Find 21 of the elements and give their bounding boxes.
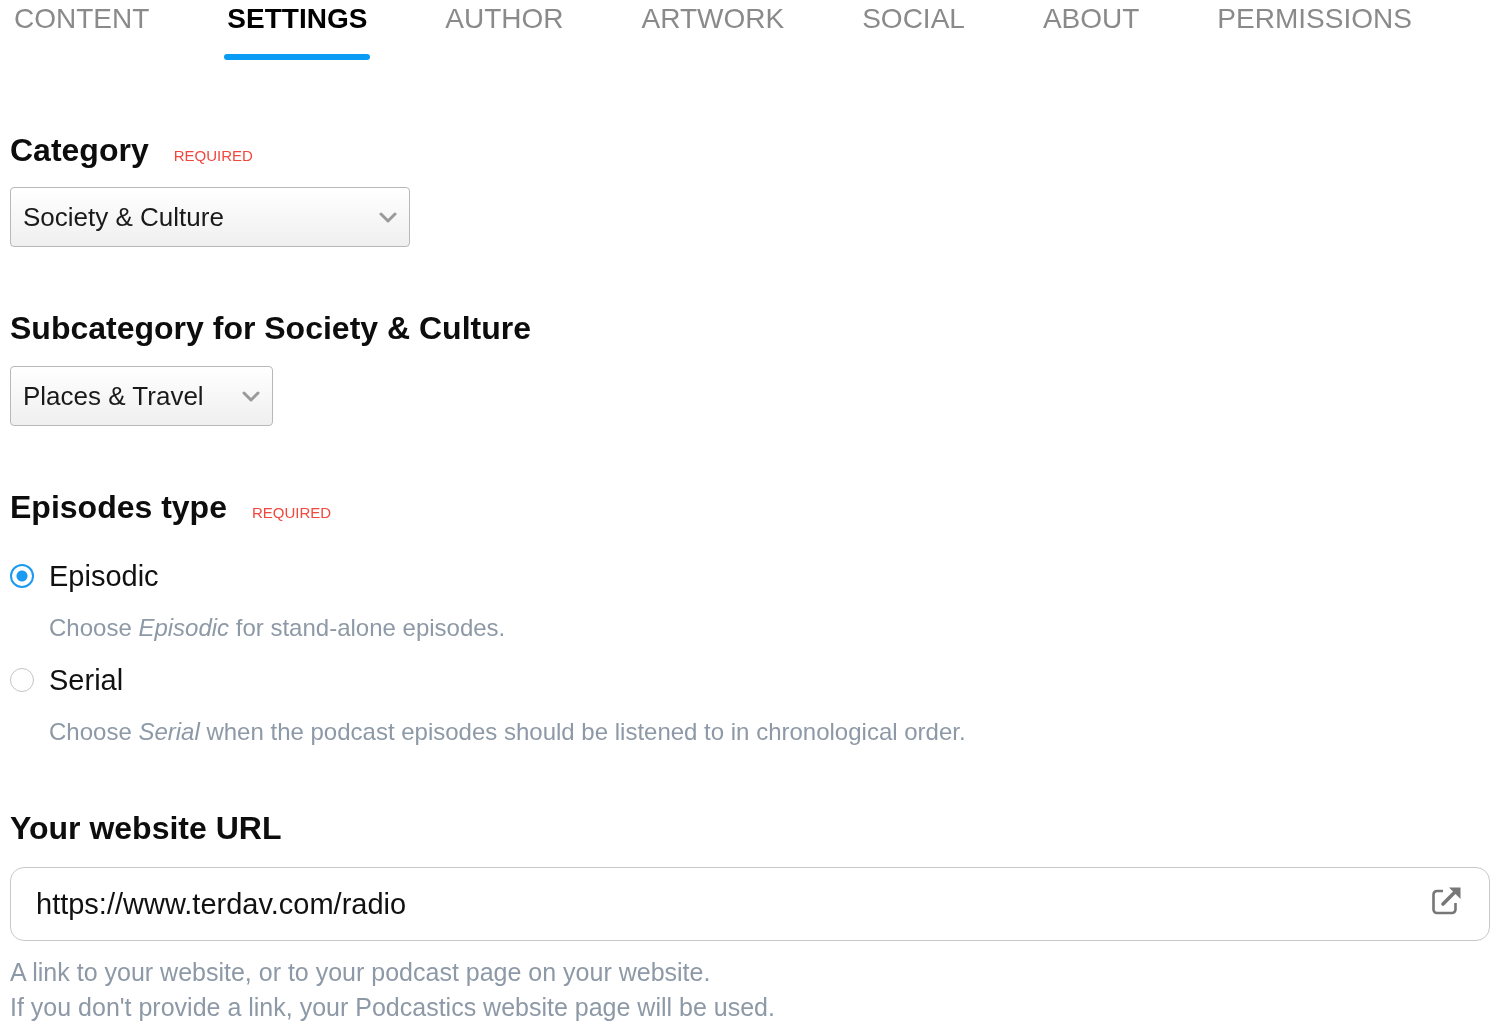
chevron-down-icon bbox=[379, 211, 397, 223]
section-heading: Episodes type bbox=[10, 488, 227, 527]
radio-button[interactable] bbox=[10, 564, 34, 588]
option-description: Choose Serial when the podcast episodes should be listened to in chronological order. bbox=[49, 717, 967, 747]
category-dropdown[interactable]: Society & Culture bbox=[10, 187, 410, 247]
help-text: A link to your website, or to your podcast page on your website. bbox=[10, 957, 712, 988]
help-text: If you don't provide a link, your Podcastics website page will be used. bbox=[10, 992, 776, 1023]
section-heading: Subcategory for Society & Culture bbox=[10, 309, 531, 348]
tab[interactable]: SETTINGS bbox=[224, 0, 371, 60]
required-label: REQUIRED bbox=[251, 504, 332, 521]
radio-label[interactable]: Serial bbox=[49, 662, 124, 698]
subcategory-dropdown[interactable]: Places & Travel bbox=[10, 366, 273, 426]
required-label: REQUIRED bbox=[173, 147, 253, 164]
url-input-field[interactable]: https://www.terdav.com/radio bbox=[10, 867, 1490, 941]
chevron-down-icon bbox=[241, 390, 260, 402]
external-link-icon[interactable] bbox=[1430, 886, 1462, 916]
section-heading: Your website URL bbox=[10, 809, 282, 848]
radio-button[interactable] bbox=[10, 668, 34, 692]
section-heading: Category bbox=[10, 131, 149, 170]
radio-label[interactable]: Episodic bbox=[49, 558, 159, 594]
option-description: Choose Episodic for stand-alone episodes. bbox=[49, 613, 507, 643]
